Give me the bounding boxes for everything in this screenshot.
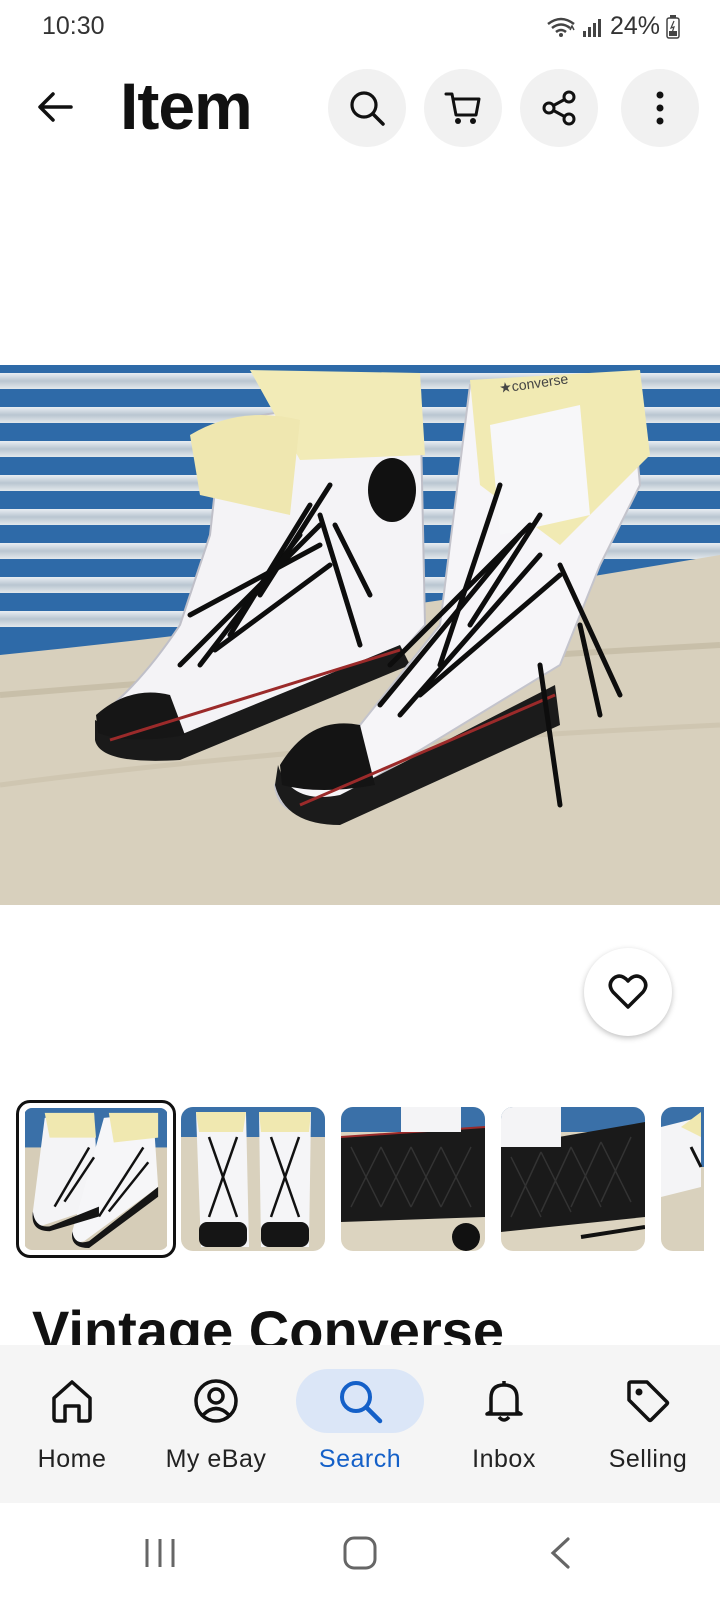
nav-my-ebay[interactable]: My eBay <box>144 1345 288 1503</box>
more-vertical-icon <box>656 91 664 125</box>
nav-icon-container <box>8 1369 136 1433</box>
status-time: 10:30 <box>42 12 105 40</box>
nav-icon-container <box>296 1369 424 1433</box>
system-navigation-bar <box>0 1503 720 1600</box>
thumbnail-3[interactable] <box>341 1107 485 1251</box>
watch-heart-button[interactable] <box>584 948 672 1036</box>
search-icon <box>340 1381 383 1424</box>
cart-button[interactable] <box>424 69 502 147</box>
status-icons: 24% <box>546 12 680 41</box>
system-back-button[interactable] <box>530 1531 590 1575</box>
main-product-image[interactable]: ★converse <box>0 365 720 905</box>
thumbnail-strip[interactable] <box>16 1100 704 1260</box>
nav-home[interactable]: Home <box>0 1345 144 1503</box>
sneakers-photo: ★converse <box>0 365 720 905</box>
nav-label-selling: Selling <box>608 1445 688 1473</box>
nav-search[interactable]: Search <box>288 1345 432 1503</box>
thumbnail-image <box>181 1107 325 1251</box>
bottom-navigation: Home My eBay Search Inbox Selling <box>0 1345 720 1503</box>
signal-icon <box>582 17 604 37</box>
thumbnail-image <box>501 1107 645 1251</box>
heart-icon <box>608 974 648 1009</box>
thumbnail-image <box>661 1107 704 1251</box>
bell-icon <box>485 1381 523 1422</box>
cart-icon <box>444 92 481 124</box>
status-bar: 10:30 24% <box>0 0 720 52</box>
recents-icon <box>145 1539 175 1567</box>
thumbnail-2[interactable] <box>181 1107 325 1251</box>
back-icon <box>550 1537 570 1569</box>
wifi-icon <box>546 16 576 38</box>
nav-label-my-ebay: My eBay <box>165 1445 267 1473</box>
thumbnail-5[interactable] <box>661 1107 704 1251</box>
nav-selling[interactable]: Selling <box>576 1345 720 1503</box>
nav-icon-container <box>152 1369 280 1433</box>
battery-icon <box>666 14 680 39</box>
nav-inbox[interactable]: Inbox <box>432 1345 576 1503</box>
nav-icon-container <box>440 1369 568 1433</box>
share-button[interactable] <box>520 69 598 147</box>
share-icon <box>542 90 576 126</box>
battery-percent: 24% <box>609 12 660 40</box>
home-icon <box>52 1380 92 1423</box>
page-title: Item <box>120 69 253 143</box>
thumbnail-1[interactable] <box>16 1100 176 1258</box>
thumbnail-image <box>25 1108 167 1250</box>
nav-label-home: Home <box>37 1445 107 1473</box>
thumbnail-image <box>341 1107 485 1251</box>
nav-label-search: Search <box>318 1445 402 1473</box>
home-icon <box>343 1536 377 1570</box>
nav-label-inbox: Inbox <box>472 1445 536 1473</box>
recents-button[interactable] <box>130 1531 190 1575</box>
search-button[interactable] <box>328 69 406 147</box>
nav-icon-container <box>584 1369 712 1433</box>
thumbnail-4[interactable] <box>501 1107 645 1251</box>
account-icon <box>194 1379 238 1423</box>
top-app-bar: Item <box>0 62 720 152</box>
more-options-button[interactable] <box>621 69 699 147</box>
back-button[interactable] <box>22 74 88 140</box>
search-icon <box>350 91 385 126</box>
arrow-left-icon <box>38 92 73 122</box>
system-home-button[interactable] <box>330 1531 390 1575</box>
tag-icon <box>627 1380 670 1423</box>
